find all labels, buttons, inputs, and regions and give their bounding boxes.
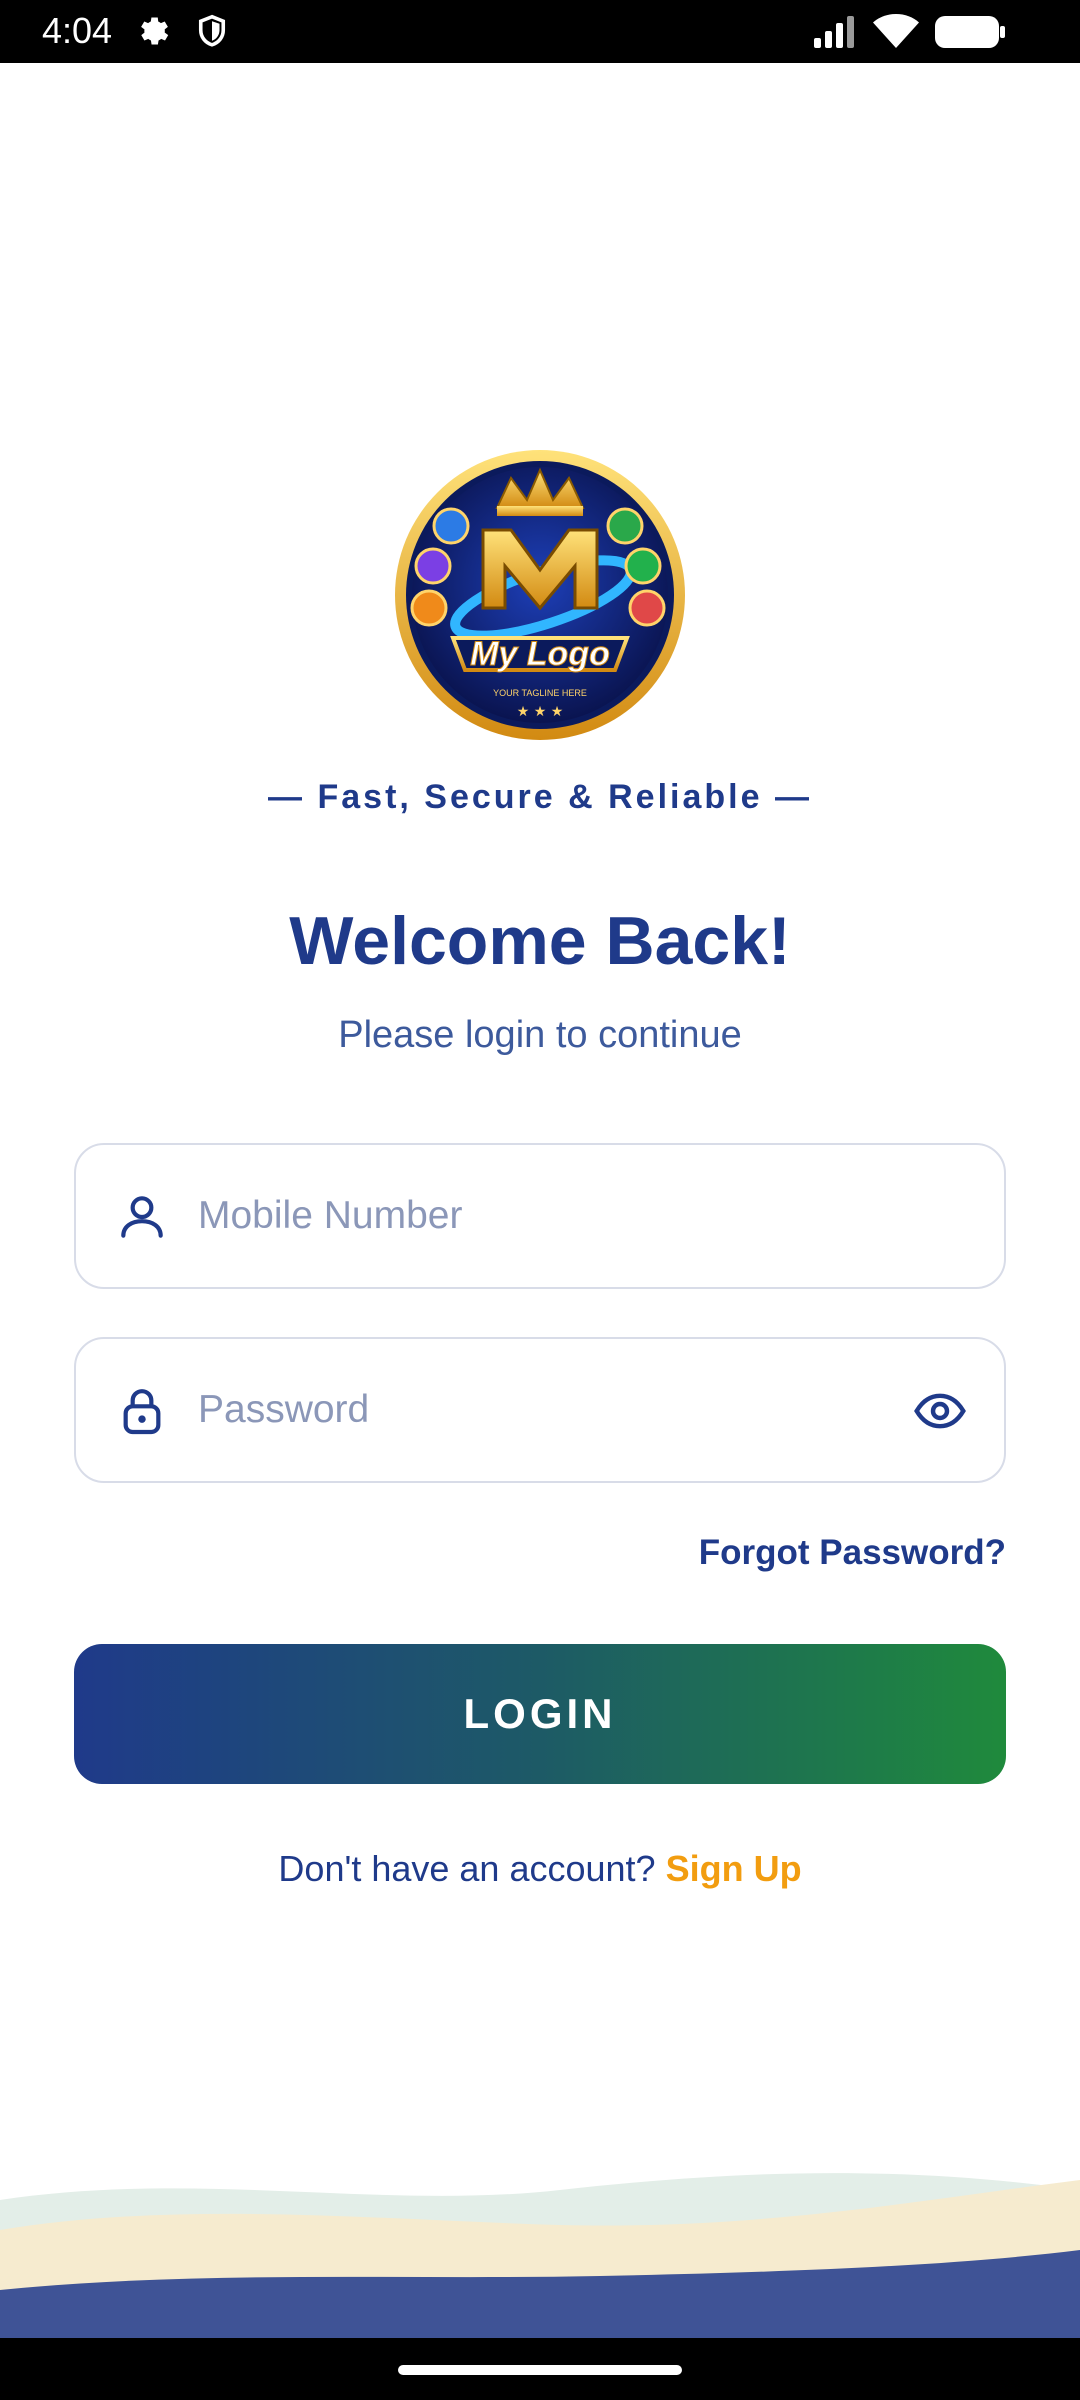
- user-icon: [114, 1189, 170, 1245]
- signal-icon: [812, 14, 860, 55]
- logo-tagline-text: YOUR TAGLINE HERE: [493, 688, 587, 698]
- app-logo: My Logo YOUR TAGLINE HERE ★ ★ ★: [393, 448, 687, 742]
- svg-text:★ ★ ★: ★ ★ ★: [517, 704, 564, 720]
- app-tagline: — Fast, Secure & Reliable —: [268, 778, 812, 816]
- signup-prompt: Don't have an account?: [278, 1848, 656, 1889]
- login-screen: 4:04 My Logo YOUR TAGLINE HERE ★ ★ ★ — F…: [0, 0, 1080, 2400]
- signup-row: Don't have an account? Sign Up: [0, 1848, 1080, 1890]
- welcome-subtitle: Please login to continue: [338, 1014, 742, 1056]
- password-placeholder: Password: [198, 1388, 370, 1431]
- password-field[interactable]: Password: [74, 1337, 1006, 1483]
- navigation-bar: [0, 2338, 1080, 2400]
- shield-icon: [194, 12, 230, 55]
- home-gesture-handle[interactable]: [398, 2365, 682, 2375]
- signup-link[interactable]: Sign Up: [666, 1848, 802, 1889]
- welcome-title: Welcome Back!: [289, 903, 791, 979]
- status-bar: 4:04: [0, 0, 1080, 63]
- mobile-number-placeholder: Mobile Number: [198, 1194, 463, 1237]
- eye-icon[interactable]: [912, 1383, 968, 1439]
- battery-icon: [934, 15, 1006, 54]
- logo-brand-text: My Logo: [470, 635, 610, 673]
- mobile-number-field[interactable]: Mobile Number: [74, 1143, 1006, 1289]
- status-time: 4:04: [42, 10, 113, 51]
- wifi-icon: [870, 12, 922, 55]
- lock-icon: [114, 1383, 170, 1439]
- settings-icon: [134, 12, 172, 55]
- forgot-password-link[interactable]: Forgot Password?: [699, 1533, 1006, 1573]
- login-button[interactable]: LOGIN: [74, 1644, 1006, 1784]
- decorative-waves: [0, 2173, 1080, 2338]
